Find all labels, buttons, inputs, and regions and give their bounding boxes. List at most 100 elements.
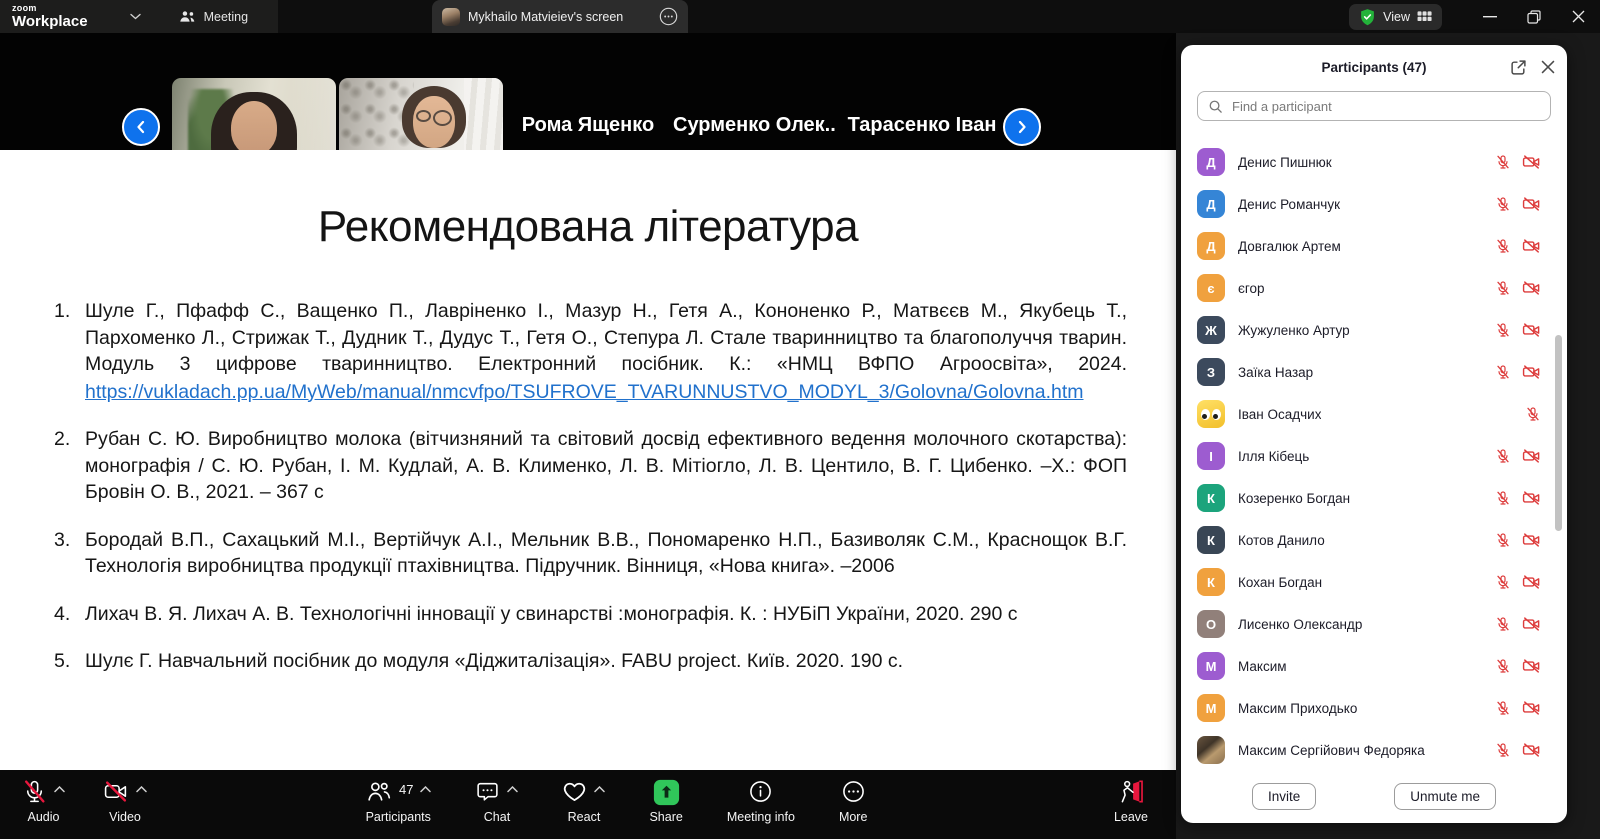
meeting-info-button[interactable]: Meeting info xyxy=(727,770,795,824)
muted-mic-icon xyxy=(1495,742,1511,758)
participant-row[interactable]: Д Денис Пишнюк xyxy=(1181,141,1567,183)
chevron-up-icon[interactable] xyxy=(54,786,65,793)
video-off-icon xyxy=(1522,364,1541,380)
muted-mic-icon xyxy=(1495,574,1511,590)
participant-status-icons xyxy=(1495,616,1541,632)
participant-row[interactable]: К Котов Данило xyxy=(1181,519,1567,561)
scrollbar-thumb[interactable] xyxy=(1555,335,1562,531)
video-off-icon xyxy=(1522,742,1541,758)
participant-row[interactable]: Максим Сергійович Федоряка xyxy=(1181,729,1567,771)
video-button[interactable]: Video xyxy=(103,770,147,824)
participant-row[interactable]: З Заїка Назар xyxy=(1181,351,1567,393)
leave-button[interactable]: Leave xyxy=(1114,770,1148,824)
video-off-icon xyxy=(1522,700,1541,716)
participant-status-icons xyxy=(1495,532,1541,548)
avatar-initial: М xyxy=(1206,701,1217,716)
grid-view-icon xyxy=(1417,10,1432,23)
invite-button[interactable]: Invite xyxy=(1252,783,1316,810)
filmstrip-prev-button[interactable] xyxy=(122,108,160,146)
muted-mic-icon xyxy=(1495,616,1511,632)
filmstrip-next-button[interactable] xyxy=(1003,108,1041,146)
unmute-me-button[interactable]: Unmute me xyxy=(1394,783,1496,810)
video-off-icon xyxy=(1522,196,1541,212)
chevron-up-icon[interactable] xyxy=(136,786,147,793)
muted-mic-icon xyxy=(1495,364,1511,380)
participant-row[interactable]: І Ілля Кібець xyxy=(1181,435,1567,477)
participant-row[interactable]: Д Денис Романчук xyxy=(1181,183,1567,225)
search-input[interactable] xyxy=(1230,98,1540,115)
tab-meeting[interactable]: Meeting xyxy=(179,10,248,24)
participant-row[interactable]: М Максим xyxy=(1181,645,1567,687)
participant-row[interactable]: К Кохан Богдан xyxy=(1181,561,1567,603)
muted-mic-icon xyxy=(1495,322,1511,338)
share-button[interactable]: Share xyxy=(649,770,682,824)
participant-display-name: Тарасенко Іван xyxy=(840,114,1004,137)
participant-display-name: Сурменко Олек... xyxy=(673,114,837,137)
shared-screen-slide: Рекомендована література Шуле Г., Пфафф … xyxy=(0,150,1176,770)
participant-name: Денис Романчук xyxy=(1238,197,1340,212)
participant-row[interactable]: К Козеренко Богдан xyxy=(1181,477,1567,519)
react-button[interactable]: React xyxy=(562,770,605,824)
participant-status-icons xyxy=(1495,742,1541,758)
workspace-chevron-button[interactable] xyxy=(130,13,141,20)
participants-button[interactable]: 47 Participants xyxy=(365,770,431,824)
participant-row[interactable]: Ж Жужуленко Артур xyxy=(1181,309,1567,351)
video-off-icon xyxy=(1522,616,1541,632)
avatar-initial: О xyxy=(1206,617,1216,632)
participants-panel-footer: Invite Unmute me xyxy=(1181,769,1567,823)
more-button[interactable]: More xyxy=(839,770,867,824)
chevron-up-icon[interactable] xyxy=(507,786,518,793)
audio-button[interactable]: Audio xyxy=(22,770,65,824)
chat-label: Chat xyxy=(484,810,510,824)
view-button[interactable]: View xyxy=(1349,4,1442,30)
leave-label: Leave xyxy=(1114,810,1148,824)
participants-list: Д Денис Пишнюк Д Д xyxy=(1181,137,1567,771)
participant-name: Жужуленко Артур xyxy=(1238,323,1350,338)
toolbar-left-group: Audio Video xyxy=(22,770,147,824)
participant-row[interactable]: М Максим Приходько xyxy=(1181,687,1567,729)
participant-avatar: З xyxy=(1197,358,1225,386)
chevron-up-icon[interactable] xyxy=(420,786,431,793)
participant-display-name: Рома Ященко xyxy=(506,114,670,137)
participant-name: Максим xyxy=(1238,659,1287,674)
chevron-up-icon[interactable] xyxy=(594,786,605,793)
pop-out-button[interactable] xyxy=(1510,59,1527,76)
chat-icon xyxy=(475,779,500,804)
tab-shared-screen[interactable]: Mykhailo Matvieiev's screen xyxy=(432,0,688,33)
participant-name: Лисенко Олександр xyxy=(1238,617,1362,632)
participant-avatar: Д xyxy=(1197,148,1225,176)
tab-meeting-label: Meeting xyxy=(204,10,248,24)
close-button[interactable] xyxy=(1556,0,1600,33)
participant-row[interactable]: Д Довгалюк Артем xyxy=(1181,225,1567,267)
participant-row[interactable]: Іван Осадчих xyxy=(1181,393,1567,435)
restore-button[interactable] xyxy=(1512,0,1556,33)
participant-row[interactable]: є єгор xyxy=(1181,267,1567,309)
participant-avatar: Д xyxy=(1197,190,1225,218)
reference-text: Шулє Г. Навчальний посібник до модуля «Д… xyxy=(85,650,903,672)
minimize-button[interactable] xyxy=(1468,0,1512,33)
participant-avatar: Ж xyxy=(1197,316,1225,344)
participant-avatar: К xyxy=(1197,568,1225,596)
avatar-initial: К xyxy=(1207,575,1215,590)
reference-text: Рубан С. Ю. Виробництво молока (вітчизня… xyxy=(85,428,1127,503)
video-off-icon xyxy=(1522,658,1541,674)
reference-text: Лихач В. Я. Лихач А. В. Технологічні інн… xyxy=(85,603,1018,625)
participant-avatar: М xyxy=(1197,694,1225,722)
slide-title: Рекомендована література xyxy=(0,150,1176,252)
participant-name: Ілля Кібець xyxy=(1238,449,1309,464)
video-off-icon xyxy=(1522,322,1541,338)
participants-label: Participants xyxy=(366,810,431,824)
participant-status-icons xyxy=(1495,154,1541,170)
titlebar-left-block: zoom Workplace Meeting xyxy=(0,0,278,33)
video-off-icon xyxy=(1522,532,1541,548)
participant-row[interactable]: О Лисенко Олександр xyxy=(1181,603,1567,645)
logo-zoom-text: zoom xyxy=(12,4,88,13)
tab-options-ellipsis-button[interactable] xyxy=(659,7,678,26)
reference-link[interactable]: https://vukladach.pp.ua/MyWeb/manual/nmc… xyxy=(85,379,1084,406)
chat-button[interactable]: Chat xyxy=(475,770,518,824)
muted-mic-icon xyxy=(22,779,47,804)
muted-mic-icon xyxy=(1495,490,1511,506)
close-panel-button[interactable] xyxy=(1541,60,1555,74)
audio-label: Audio xyxy=(28,810,60,824)
muted-mic-icon xyxy=(1495,532,1511,548)
